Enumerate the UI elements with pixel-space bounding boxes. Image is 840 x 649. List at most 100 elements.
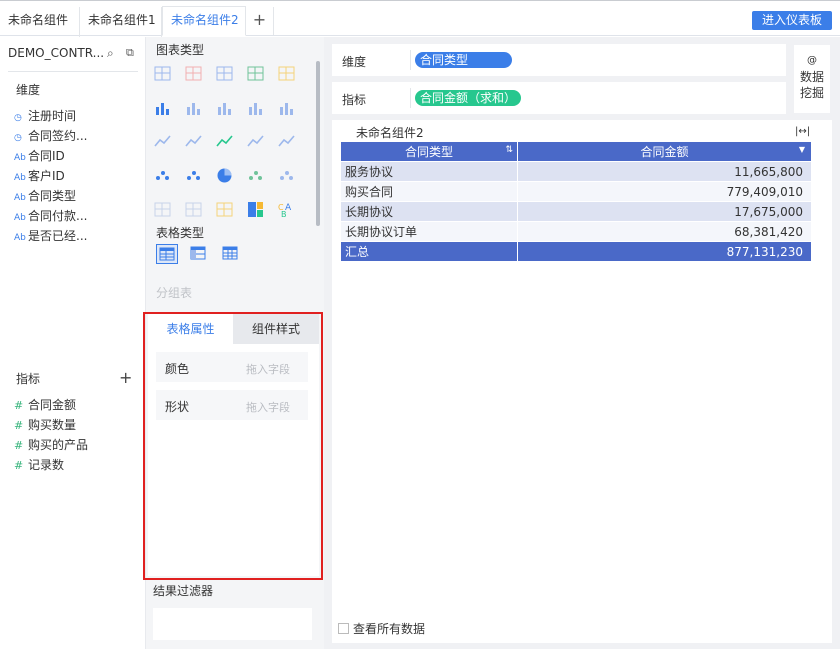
table-row[interactable]: 服务协议 11,665,800 <box>340 161 812 182</box>
dimension-field[interactable]: Ab 合同类型 <box>14 187 76 204</box>
measure-field[interactable]: # 合同金额 <box>14 396 76 413</box>
table-type-detail-icon[interactable] <box>156 244 178 264</box>
total-amount: 877,131,230 <box>517 241 812 262</box>
data-mining-button[interactable]: @ 数据 挖掘 <box>794 45 830 113</box>
field-name: 是否已经... <box>28 229 88 243</box>
measure-field[interactable]: # 购买的产品 <box>14 436 88 453</box>
heat-map-icon[interactable] <box>185 201 202 218</box>
field-name: 购买的产品 <box>28 438 89 452</box>
bubble-map-icon[interactable] <box>216 201 233 218</box>
data-mining-icon: @ <box>807 55 817 66</box>
line-chart-icon[interactable] <box>185 133 202 150</box>
column-header-contract-amount[interactable]: 合同金额 ▼ <box>517 141 812 162</box>
line-area-icon[interactable] <box>154 133 171 150</box>
dimension-shelf[interactable]: 维度 合同类型 <box>332 44 786 76</box>
map-chart-icon[interactable] <box>278 167 295 184</box>
view-all-data-checkbox[interactable]: 查看所有数据 <box>338 620 425 637</box>
pie-chart-icon[interactable] <box>216 167 233 184</box>
dimension-field[interactable]: ◷ 注册时间 <box>14 107 76 124</box>
measure-shelf[interactable]: 指标 合同金额（求和） <box>332 82 786 114</box>
search-icon[interactable]: ⌕ <box>107 46 114 61</box>
result-filter-dropzone[interactable] <box>153 608 312 640</box>
dimension-section-label: 维度 <box>16 83 41 97</box>
contract-amount-cell: 68,381,420 <box>517 221 812 242</box>
table-row[interactable]: 购买合同 779,409,010 <box>340 181 812 202</box>
treemap-icon[interactable] <box>247 201 264 218</box>
text-type-icon: Ab <box>14 173 26 183</box>
field-name: 合同付款... <box>28 209 88 223</box>
add-measure-button[interactable]: + <box>119 368 132 387</box>
dimension-field[interactable]: Ab 合同ID <box>14 147 65 164</box>
scatter-step-icon[interactable] <box>278 99 295 116</box>
scrollbar[interactable] <box>316 61 320 226</box>
field-name: 合同类型 <box>28 189 77 203</box>
field-name: 合同金额 <box>28 398 77 412</box>
field-name: 合同签约... <box>28 129 88 143</box>
contract-type-cell: 长期协议订单 <box>340 221 518 242</box>
field-name: 客户ID <box>28 169 65 183</box>
divider <box>410 88 411 108</box>
tab-component-0[interactable]: 未命名组件 <box>0 7 80 37</box>
highlight-box <box>143 312 323 580</box>
enter-dashboard-button[interactable]: 进入仪表板 <box>752 11 832 30</box>
number-chart-icon[interactable] <box>154 65 171 82</box>
flow-map-icon[interactable] <box>154 201 171 218</box>
area-chart-icon[interactable] <box>247 133 264 150</box>
text-type-icon: Ab <box>14 233 26 243</box>
measure-pill[interactable]: 合同金额（求和） <box>415 90 521 106</box>
table-row[interactable]: 长期协议订单 68,381,420 <box>340 221 812 242</box>
dimension-field[interactable]: Ab 合同付款... <box>14 207 87 224</box>
sort-icon[interactable]: ⇅ <box>505 145 513 155</box>
datasource-name[interactable]: DEMO_CONTR... <box>8 46 104 60</box>
heatmap-icon[interactable] <box>278 65 295 82</box>
column-header-contract-type[interactable]: 合同类型 ⇅ <box>340 141 518 162</box>
chevron-down-icon[interactable]: ▼ <box>799 145 805 154</box>
text-type-icon: Ab <box>14 153 26 163</box>
measure-field[interactable]: # 记录数 <box>14 456 64 473</box>
table-row[interactable]: 长期协议 17,675,000 <box>340 201 812 222</box>
dimension-field[interactable]: Ab 客户ID <box>14 167 65 184</box>
text-type-icon: Ab <box>14 193 26 203</box>
stacked-bar-icon[interactable] <box>278 133 295 150</box>
top-bar: 未命名组件 未命名组件1 未命名组件2 + 进入仪表板 <box>0 0 840 37</box>
table-type-label: 表格类型 <box>156 226 205 240</box>
dimension-field[interactable]: ◷ 合同签约... <box>14 127 87 144</box>
result-filter-label: 结果过滤器 <box>153 584 214 598</box>
measure-field[interactable]: # 购买数量 <box>14 416 76 433</box>
bar-chart-icon[interactable] <box>154 99 171 116</box>
field-name: 记录数 <box>28 458 65 472</box>
table-type-cross-icon[interactable] <box>220 244 242 264</box>
component-title[interactable]: 未命名组件2 <box>356 124 424 141</box>
word-cloud-icon[interactable]: CAB <box>278 201 295 219</box>
horizontal-bar-icon[interactable] <box>247 99 264 116</box>
dot-matrix-icon[interactable] <box>247 65 264 82</box>
switch-datasource-icon[interactable]: ⧉ <box>126 46 134 60</box>
checkbox-icon[interactable] <box>338 623 349 634</box>
scatter-chart-icon[interactable] <box>154 167 171 184</box>
field-name: 合同ID <box>28 149 65 163</box>
dimension-field[interactable]: Ab 是否已经... <box>14 227 87 244</box>
matrix-chart-icon[interactable] <box>185 65 202 82</box>
table-type-group-icon[interactable] <box>188 244 210 264</box>
contract-type-cell: 服务协议 <box>340 161 518 182</box>
data-mining-label-2: 挖掘 <box>799 86 824 100</box>
column-chart-icon[interactable] <box>185 99 202 116</box>
tab-component-2[interactable]: 未命名组件2 <box>162 6 246 36</box>
group-table-label: 分组表 <box>156 286 193 300</box>
dimension-pill[interactable]: 合同类型 <box>415 52 512 68</box>
chart-type-label: 图表类型 <box>156 43 205 57</box>
add-tab-button[interactable]: + <box>246 7 274 35</box>
rose-chart-icon[interactable] <box>247 167 264 184</box>
view-all-label: 查看所有数据 <box>353 622 426 636</box>
expand-width-icon[interactable]: |↔| <box>795 126 810 137</box>
contract-amount-cell: 11,665,800 <box>517 161 812 182</box>
grouped-bar-icon[interactable] <box>216 99 233 116</box>
column-header-label: 合同金额 <box>640 145 689 159</box>
total-row: 汇总 877,131,230 <box>340 241 812 262</box>
field-panel: DEMO_CONTR... ⌕ ⧉ 维度 ◷ 注册时间 ◷ 合同签约... Ab 合同ID… <box>0 37 146 649</box>
tab-component-1[interactable]: 未命名组件1 <box>80 7 162 37</box>
contract-amount-cell: 779,409,010 <box>517 181 812 202</box>
list-chart-icon[interactable] <box>216 65 233 82</box>
bubble-ring-icon[interactable] <box>185 167 202 184</box>
radar-chart-icon[interactable] <box>216 133 233 150</box>
